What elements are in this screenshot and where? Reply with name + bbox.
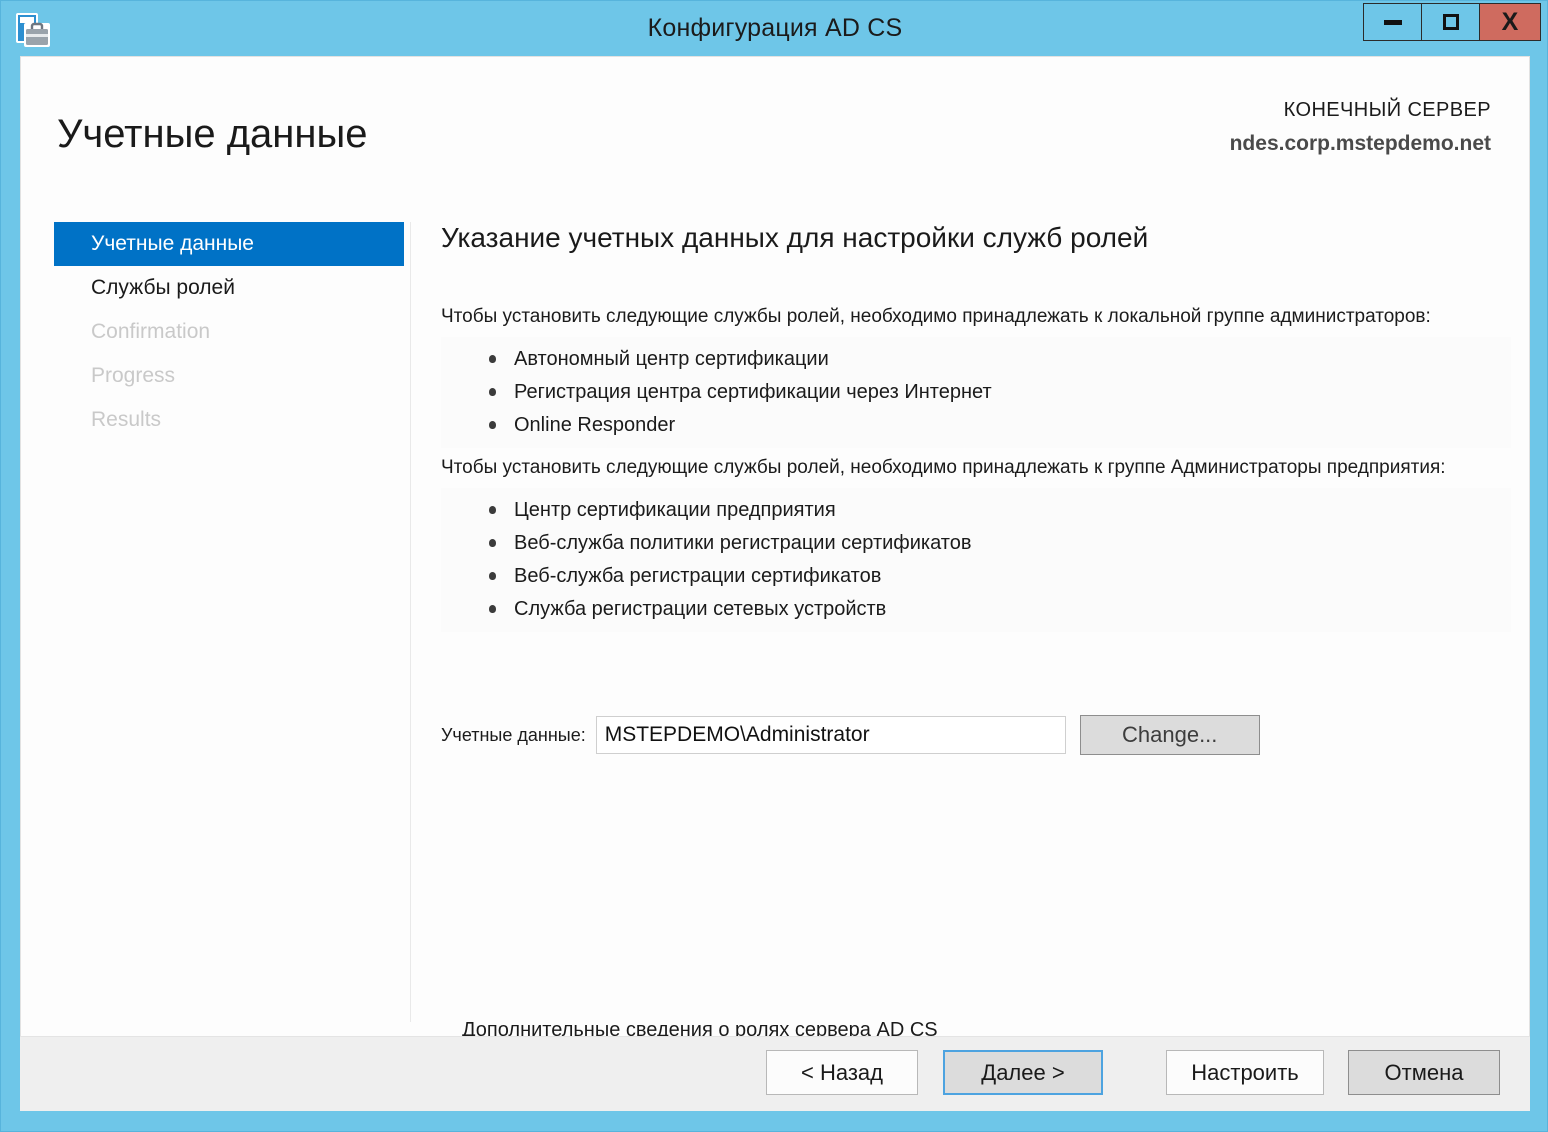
credentials-label: Учетные данные: — [441, 724, 586, 745]
destination-server-label: КОНЕЧНЫЙ СЕРВЕР — [1283, 99, 1491, 121]
list-item-label: Online Responder — [514, 414, 676, 436]
footer-button-group: < Назад Далее > Настроить Отмена — [766, 1050, 1500, 1095]
paragraph-local-admins: Чтобы установить следующие службы ролей,… — [441, 306, 1431, 327]
content-heading: Указание учетных данных для настройки сл… — [441, 222, 1149, 253]
destination-server-block: КОНЕЧНЫЙ СЕРВЕР ndes.corp.mstepdemo.net — [1230, 99, 1491, 156]
list-item: Центр сертификации предприятия — [441, 494, 1511, 527]
list-item-label: Регистрация центра сертификации через Ин… — [514, 381, 992, 403]
destination-server-name: ndes.corp.mstepdemo.net — [1229, 132, 1491, 155]
list-item-label: Веб-служба политики регистрации сертифик… — [514, 532, 972, 554]
sidebar-item-progress: Progress — [91, 364, 176, 387]
cancel-button[interactable]: Отмена — [1348, 1050, 1500, 1095]
bullet-icon — [489, 572, 496, 580]
wizard-footer: < Назад Далее > Настроить Отмена — [20, 1036, 1530, 1111]
list-item: Веб-служба регистрации сертификатов — [441, 560, 1511, 593]
role-services-local-admin-list: Автономный центр сертификации Регистраци… — [441, 337, 1511, 448]
title-bar: Конфигурация AD CS X — [1, 1, 1548, 56]
bullet-icon — [489, 605, 496, 613]
credentials-input[interactable] — [595, 716, 1066, 754]
sidebar-item-confirmation: Confirmation — [91, 320, 211, 343]
list-item-label: Служба регистрации сетевых устройств — [514, 598, 887, 620]
change-credentials-button[interactable]: Change... — [1079, 715, 1260, 755]
next-button[interactable]: Далее > — [943, 1050, 1103, 1095]
page-title: Учетные данные — [57, 112, 368, 156]
list-item: Регистрация центра сертификации через Ин… — [441, 376, 1511, 409]
list-item: Веб-служба политики регистрации сертифик… — [441, 527, 1511, 560]
window-controls: X — [1363, 3, 1541, 41]
nav-content-divider — [410, 222, 411, 1022]
minimize-icon — [1383, 19, 1402, 25]
bullet-icon — [489, 421, 496, 429]
minimize-button[interactable] — [1363, 3, 1421, 41]
ad-cs-configuration-window: Конфигурация AD CS X Учетные данные КОНЕ… — [0, 0, 1548, 1132]
window-title: Конфигурация AD CS — [647, 14, 903, 42]
credentials-row: Учетные данные: Change... — [441, 715, 1260, 755]
maximize-icon — [1442, 14, 1459, 30]
list-item: Автономный центр сертификации — [441, 343, 1511, 376]
wizard-client-area: Учетные данные КОНЕЧНЫЙ СЕРВЕР ndes.corp… — [20, 56, 1530, 1096]
list-item-label: Веб-служба регистрации сертификатов — [514, 565, 882, 587]
paragraph-enterprise-admins: Чтобы установить следующие службы ролей,… — [441, 457, 1446, 478]
bullet-icon — [489, 355, 496, 363]
wizard-navigation: Учетные данные Службы ролей Confirmation… — [54, 222, 404, 442]
maximize-button[interactable] — [1421, 3, 1479, 41]
sidebar-item-credentials[interactable]: Учетные данные — [54, 222, 404, 266]
list-item: Online Responder — [441, 409, 1511, 442]
sidebar-item-results: Results — [91, 408, 162, 431]
list-item-label: Центр сертификации предприятия — [514, 499, 836, 521]
back-button[interactable]: < Назад — [766, 1050, 918, 1095]
list-item: Служба регистрации сетевых устройств — [441, 593, 1511, 626]
bullet-icon — [489, 539, 496, 547]
list-item-label: Автономный центр сертификации — [514, 348, 829, 370]
bullet-icon — [489, 506, 496, 514]
sidebar-item-role-services[interactable]: Службы ролей — [54, 266, 404, 310]
role-services-enterprise-admin-list: Центр сертификации предприятия Веб-служб… — [441, 488, 1511, 632]
main-content: Указание учетных данных для настройки сл… — [441, 222, 1511, 641]
bullet-icon — [489, 388, 496, 396]
close-button[interactable]: X — [1479, 3, 1541, 41]
configure-button[interactable]: Настроить — [1166, 1050, 1324, 1095]
